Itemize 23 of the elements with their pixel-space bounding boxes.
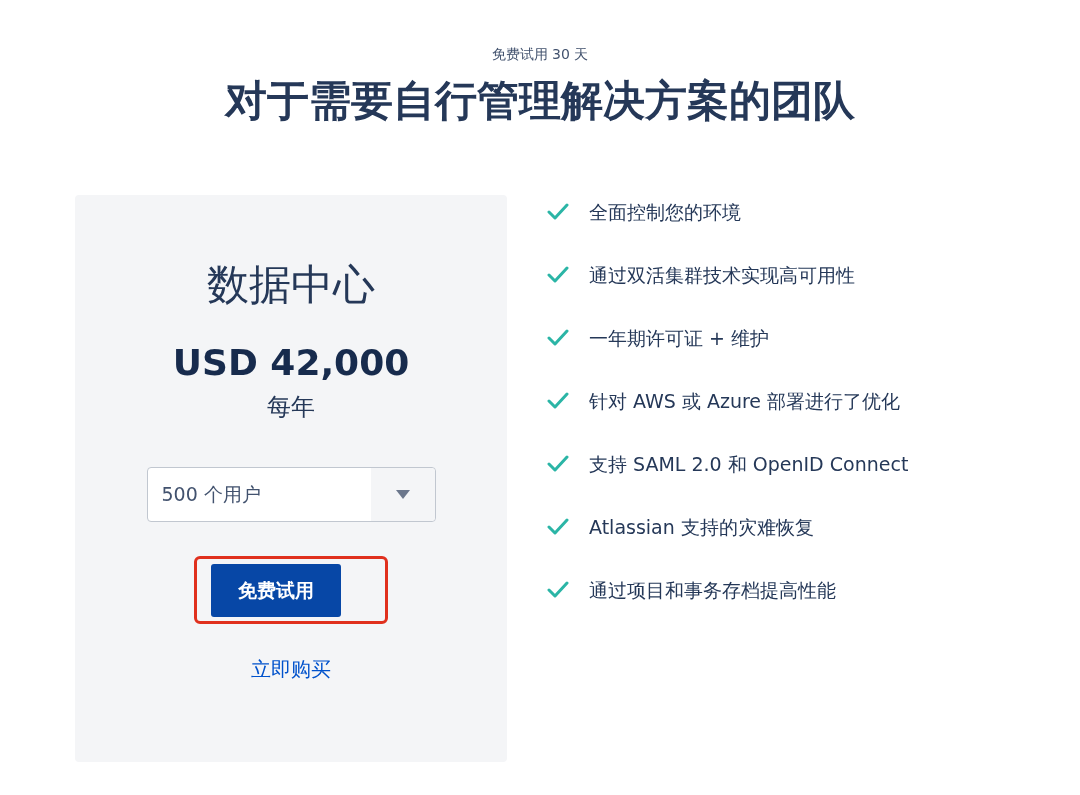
- plan-price: USD 42,000: [172, 341, 410, 385]
- check-icon: [547, 329, 569, 347]
- feature-text: 通过双活集群技术实现高可用性: [589, 262, 855, 288]
- dropdown-caret-icon: [395, 490, 410, 499]
- feature-text: 通过项目和事务存档提高性能: [589, 577, 836, 603]
- feature-text: 全面控制您的环境: [589, 199, 741, 225]
- check-icon: [547, 392, 569, 410]
- check-icon: [547, 266, 569, 284]
- user-count-select[interactable]: 500 个用户: [146, 467, 436, 522]
- free-trial-button[interactable]: 免费试用: [211, 563, 341, 617]
- feature-text: 针对 AWS 或 Azure 部署进行了优化: [589, 388, 901, 414]
- check-icon: [547, 455, 569, 473]
- check-icon: [547, 203, 569, 221]
- buy-now-link[interactable]: 立即购买: [251, 654, 331, 684]
- check-icon: [547, 581, 569, 599]
- page-title: 对于需要自行管理解决方案的团队: [225, 75, 855, 127]
- billing-period: 每年: [267, 392, 315, 423]
- feature-text: 一年期许可证 + 维护: [589, 325, 769, 351]
- plan-name: 数据中心: [207, 259, 375, 311]
- feature-text: Atlassian 支持的灾难恢复: [589, 514, 814, 540]
- check-icon: [547, 518, 569, 536]
- eyebrow-text: 免费试用 30 天: [491, 45, 589, 64]
- feature-text: 支持 SAML 2.0 和 OpenID Connect: [589, 451, 909, 477]
